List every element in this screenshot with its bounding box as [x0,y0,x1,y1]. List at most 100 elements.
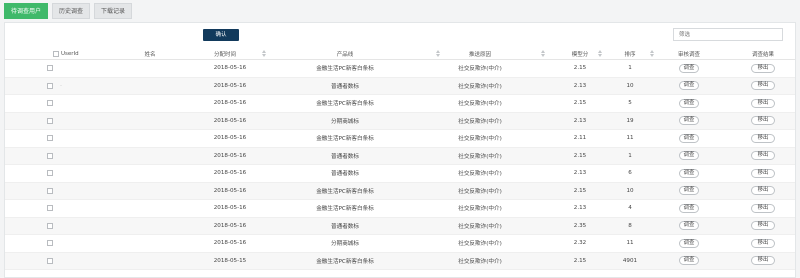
cell-product: 分期商城标 [331,241,359,248]
cell-rank: 10 [626,82,634,89]
confirm-button[interactable]: 确认 [203,29,239,41]
cell-reason: 社交反欺诈(中介) [458,118,502,125]
cell-score: 2.11 [573,135,587,142]
investigate-button[interactable]: 调查 [678,186,700,196]
cell-userid [57,148,65,165]
cell-rank: 10 [626,187,634,194]
remove-button[interactable]: 移出 [750,256,776,266]
row-checkbox[interactable] [47,170,53,177]
sort-icon[interactable] [261,50,267,58]
row-select-cell [45,235,55,252]
cell-product: 金融生活PC新客白条标 [316,136,374,143]
cell-score: 2.15 [573,152,587,159]
sort-icon[interactable] [540,50,546,58]
row-checkbox[interactable] [47,222,53,229]
row-checkbox[interactable] [47,65,53,72]
table-row: 2018-05-16 金融生活PC新客白条标 社交反欺诈(中介) 2.15 10 调查 移出 [5,182,795,200]
remove-button[interactable]: 移出 [750,186,776,196]
cell-date: 2018-05-16 [213,100,247,107]
cell-reason: 社交反欺诈(中介) [458,83,502,90]
cell-name [125,200,175,217]
cell-userid [57,183,65,200]
remove-button[interactable]: 移出 [750,116,776,126]
cell-reason: 社交反欺诈(中介) [458,101,502,108]
cell-reason: 社交反欺诈(中介) [458,171,502,178]
cell-name [125,165,175,182]
investigate-button[interactable]: 调查 [678,116,700,126]
remove-cell: 移出 [743,78,783,95]
cell-rank: 19 [626,117,634,124]
cell-reason: 社交反欺诈(中介) [458,136,502,143]
investigate-button[interactable]: 调查 [678,238,700,248]
tab-pending-users[interactable]: 待调查用户 [4,3,49,19]
select-all-cell [51,48,61,59]
search-box [673,28,783,41]
tab-downloads[interactable]: 下载记录 [94,3,133,19]
cell-date: 2018-05-16 [213,117,247,124]
cell-score: 2.15 [573,187,587,194]
remove-button[interactable]: 移出 [750,81,776,91]
cell-userid: - [59,82,63,89]
table-header: UserId 姓名 分配时间 产品线 推送原因 模型分 排序 审核调查 调查结果 [5,48,795,60]
investigate-button[interactable]: 调查 [678,203,700,213]
row-select-cell [45,113,55,130]
investigate-button[interactable]: 调查 [678,81,700,91]
remove-cell: 移出 [743,235,783,252]
investigate-button[interactable]: 调查 [678,168,700,178]
remove-cell: 移出 [743,253,783,270]
cell-reason: 社交反欺诈(中介) [458,223,502,230]
investigate-cell: 调查 [669,78,709,95]
investigate-button[interactable]: 调查 [678,98,700,108]
cell-userid [57,165,65,182]
remove-button[interactable]: 移出 [750,151,776,161]
select-all-checkbox[interactable] [53,50,59,57]
cell-product: 分期商城标 [331,118,359,125]
row-checkbox[interactable] [47,240,53,247]
investigate-button[interactable]: 调查 [678,133,700,143]
remove-button[interactable]: 移出 [750,221,776,231]
tab-history[interactable]: 历史调查 [52,3,91,19]
cell-reason: 社交反欺诈(中介) [458,66,502,73]
row-select-cell [45,95,55,112]
row-checkbox[interactable] [47,82,53,89]
investigate-button[interactable]: 调查 [678,63,700,73]
row-checkbox[interactable] [47,257,53,264]
row-checkbox[interactable] [47,117,53,124]
cell-product: 金融生活PC新客白条标 [316,66,374,73]
sort-icon[interactable] [597,50,603,58]
search-input[interactable] [674,29,782,40]
investigate-cell: 调查 [669,130,709,147]
cell-score: 2.32 [573,240,587,247]
table-row: 2018-05-15 金融生活PC新客白条标 社交反欺诈(中介) 2.15 4901 调查… [5,252,795,270]
remove-button[interactable]: 移出 [750,63,776,73]
remove-cell: 移出 [743,130,783,147]
remove-button[interactable]: 移出 [750,238,776,248]
row-checkbox[interactable] [47,205,53,212]
cell-product: 金融生活PC新客白条标 [316,206,374,213]
table-row: 2018-05-16 分期商城标 社交反欺诈(中介) 2.32 11 调查 移出 [5,235,795,253]
cell-date: 2018-05-16 [213,222,247,229]
remove-button[interactable]: 移出 [750,133,776,143]
cell-score: 2.13 [573,170,587,177]
cell-date: 2018-05-16 [213,205,247,212]
cell-userid [57,95,65,112]
remove-button[interactable]: 移出 [750,98,776,108]
row-checkbox[interactable] [47,187,53,194]
row-checkbox[interactable] [47,135,53,142]
sort-icon[interactable] [435,50,441,58]
remove-button[interactable]: 移出 [750,203,776,213]
row-checkbox[interactable] [47,152,53,159]
remove-button[interactable]: 移出 [750,168,776,178]
sort-icon[interactable] [649,50,655,58]
investigate-button[interactable]: 调查 [678,256,700,266]
cell-name [125,95,175,112]
cell-product: 普通者数标 [331,171,359,178]
cell-product: 金融生活PC新客白条标 [316,101,374,108]
row-select-cell [45,218,55,235]
investigate-button[interactable]: 调查 [678,221,700,231]
investigate-cell: 调查 [669,183,709,200]
investigate-button[interactable]: 调查 [678,151,700,161]
remove-cell: 移出 [743,183,783,200]
row-checkbox[interactable] [47,100,53,107]
cell-date: 2018-05-16 [213,65,247,72]
